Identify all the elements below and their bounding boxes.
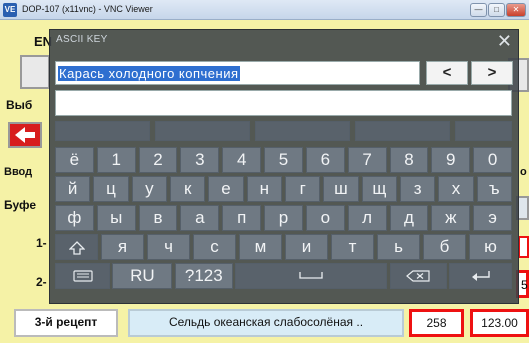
key-5[interactable]: 5 [264,147,303,173]
key-7[interactable]: 7 [347,147,387,173]
minimize-button[interactable]: — [470,3,487,17]
key-1[interactable]: 1 [96,147,136,173]
keyboard-key[interactable] [55,263,110,289]
key-б[interactable]: б [423,234,466,260]
key-9[interactable]: 9 [431,147,471,173]
window-titlebar: VE DOP-107 (x11vnc) - VNC Viewer — □ ✕ [0,0,529,20]
backspace-icon [406,270,430,282]
key-а[interactable]: а [180,205,220,231]
key-г[interactable]: г [285,176,321,202]
input-label: Ввод [4,166,33,178]
space-icon [299,272,323,279]
back-arrow-button[interactable] [8,122,42,148]
key-щ[interactable]: щ [361,176,397,202]
recipe-3-value[interactable]: 123.00 [470,309,529,337]
row-2-right-value: 5 [521,278,528,292]
key-ё[interactable]: ё [55,147,94,173]
shift-icon [68,241,85,255]
key-к[interactable]: к [170,176,206,202]
maximize-button[interactable]: □ [488,3,505,17]
key-р[interactable]: р [264,205,303,231]
suggestion-key-1[interactable] [55,121,150,141]
enter-key[interactable] [449,263,512,289]
key-я[interactable]: я [101,234,144,260]
key-ю[interactable]: ю [469,234,512,260]
secondary-input-field[interactable] [55,90,512,116]
key-м[interactable]: м [239,234,282,260]
key-ь[interactable]: ь [377,234,420,260]
selected-text: Карась холодного копчения [58,66,240,81]
key-и[interactable]: и [285,234,328,260]
key-п[interactable]: п [222,205,262,231]
key-ч[interactable]: ч [147,234,190,260]
key-ж[interactable]: ж [431,205,471,231]
key-ru[interactable]: RU [112,263,173,289]
keyboard-title: ASCII KEY [56,34,108,45]
key-2[interactable]: 2 [138,147,178,173]
key-?123[interactable]: ?123 [174,263,233,289]
key-х[interactable]: х [438,176,474,202]
key-т[interactable]: т [331,234,374,260]
keyboard-close-icon[interactable]: ✕ [497,30,512,52]
window-title: DOP-107 (x11vnc) - VNC Viewer [22,4,153,14]
key-8[interactable]: 8 [389,147,429,173]
suggestion-key-4[interactable] [355,121,450,141]
shift-key[interactable] [55,234,98,260]
buffer-label: Буфе [4,198,36,212]
key-0[interactable]: 0 [473,147,512,173]
key-л[interactable]: л [347,205,387,231]
recipe-3-code[interactable]: 258 [409,309,464,337]
right-o-label: о [520,166,527,178]
keyboard-icon [72,270,93,282]
key-ф[interactable]: ф [55,205,94,231]
key-ш[interactable]: ш [323,176,359,202]
key-6[interactable]: 6 [305,147,345,173]
key-с[interactable]: с [193,234,236,260]
next-button[interactable]: > [471,61,513,85]
suggestion-key-2[interactable] [155,121,250,141]
suggestion-key-3[interactable] [255,121,350,141]
recipe-row-2-label: 2- [36,275,47,289]
key-э[interactable]: э [473,205,512,231]
key-у[interactable]: у [131,176,167,202]
recipe-3-label: 3-й рецепт [14,309,118,337]
recipe-row-1-label: 1- [36,236,47,250]
key-е[interactable]: е [208,176,244,202]
key-н[interactable]: н [246,176,282,202]
recipe-3-name[interactable]: Сельдь океанская слабосолёная .. [128,309,404,337]
key-ы[interactable]: ы [96,205,136,231]
key-о[interactable]: о [305,205,345,231]
text-input-field[interactable]: Карась холодного копчения [55,61,420,85]
bg-panel-button[interactable] [20,55,50,89]
close-window-button[interactable]: ✕ [506,3,526,17]
backspace-key[interactable] [389,263,447,289]
vnc-app-icon: VE [3,3,17,17]
select-label: Выб [6,98,33,112]
key-ц[interactable]: ц [93,176,129,202]
enter-icon [471,271,490,281]
space-key[interactable] [235,263,388,289]
prev-button[interactable]: < [426,61,468,85]
key-з[interactable]: з [400,176,436,202]
key-д[interactable]: д [389,205,429,231]
ascii-keyboard-dialog: ASCII KEY ✕ Карась холодного копчения < … [49,29,519,304]
key-в[interactable]: в [138,205,178,231]
row-1-right-cell[interactable] [518,236,529,258]
key-3[interactable]: 3 [180,147,220,173]
suggestion-key-5[interactable] [455,121,512,141]
arrow-left-icon [15,127,35,143]
key-й[interactable]: й [55,176,91,202]
key-ъ[interactable]: ъ [476,176,512,202]
key-4[interactable]: 4 [222,147,262,173]
